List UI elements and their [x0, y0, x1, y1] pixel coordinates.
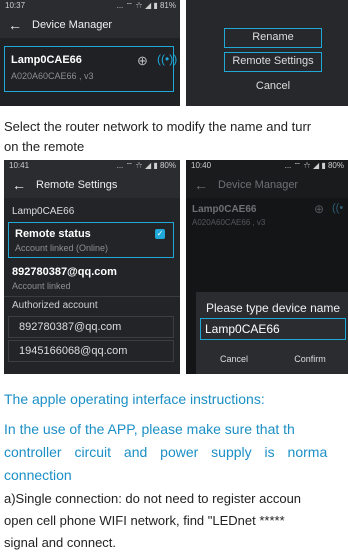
- status-bar: 10:37 ... ⌔ ☆ ◢ ▮ 81%: [0, 0, 180, 12]
- device-list-item[interactable]: Lamp0CAE66 A020A60CAE66 , v3 ⊕ ((•)): [4, 46, 178, 92]
- screenshot-context-menu: Rename Remote Settings Cancel: [186, 0, 348, 106]
- blue-paragraph-line-2: controller circuit and power supply is n…: [4, 444, 328, 460]
- remote-settings-menu-item[interactable]: Remote Settings: [224, 52, 322, 72]
- rename-menu-item[interactable]: Rename: [224, 28, 322, 48]
- status-icons: ... ⌔ ☆ ◢ ▮ 80%: [284, 161, 344, 170]
- remote-status-subtitle: Account linked (Online): [15, 243, 109, 253]
- page-title: Remote Settings: [36, 179, 118, 191]
- status-time: 10:37: [5, 1, 26, 10]
- confirm-button[interactable]: Confirm: [272, 350, 348, 368]
- section-heading: The apple operating interface instructio…: [4, 391, 265, 407]
- input-value: Lamp0CAE66: [205, 322, 280, 336]
- globe-icon: ⊕: [314, 202, 325, 216]
- cancel-button[interactable]: Cancel: [196, 350, 272, 368]
- caption-line-2: on the remote: [4, 139, 85, 154]
- device-name-input[interactable]: Lamp0CAE66: [200, 318, 346, 340]
- divider: [4, 296, 180, 297]
- device-subtitle: A020A60CAE66 , v3: [192, 218, 266, 227]
- back-arrow-icon[interactable]: ←: [194, 172, 208, 198]
- app-header: ← Device Manager: [186, 172, 348, 198]
- device-name: Lamp0CAE66: [11, 54, 82, 66]
- status-time: 10:41: [9, 161, 30, 170]
- status-icons: ... ⌔ ☆ ◢ ▮ 80%: [116, 161, 176, 170]
- page-title: Device Manager: [218, 179, 299, 191]
- remote-status-checkbox[interactable]: ✓: [155, 229, 165, 239]
- status-bar: 10:41 ... ⌔ ☆ ◢ ▮ 80%: [4, 160, 180, 172]
- remote-status-label: Remote status: [15, 228, 91, 240]
- blue-paragraph-line-3: connection: [4, 467, 72, 483]
- screenshot-rename-dialog: 10:40 ... ⌔ ☆ ◢ ▮ 80% ← Device Manager L…: [186, 160, 348, 374]
- back-arrow-icon[interactable]: ←: [8, 12, 22, 38]
- wifi-signal-icon: ((•)): [157, 52, 178, 66]
- page-title: Device Manager: [32, 19, 113, 31]
- remote-status-row[interactable]: Remote status Account linked (Online) ✓: [8, 222, 174, 258]
- app-header: ← Remote Settings: [4, 172, 180, 198]
- app-header: ← Device Manager: [0, 12, 180, 38]
- wifi-signal-icon: ((•: [332, 202, 344, 214]
- account-status: Account linked: [12, 281, 71, 291]
- account-email: 892780387@qq.com: [12, 266, 117, 278]
- remote-settings-label: Remote Settings: [232, 55, 314, 67]
- paragraph-a-line-3: signal and connect.: [4, 535, 117, 550]
- back-arrow-icon[interactable]: ←: [12, 172, 26, 198]
- status-time: 10:40: [191, 161, 212, 170]
- cancel-menu-item[interactable]: Cancel: [224, 76, 322, 96]
- status-bar: 10:40 ... ⌔ ☆ ◢ ▮ 80%: [186, 160, 348, 172]
- status-icons: ... ⌔ ☆ ◢ ▮ 81%: [116, 1, 176, 10]
- authorized-account-label: Authorized account: [12, 300, 98, 311]
- caption-line-1: Select the router network to modify the …: [4, 119, 312, 134]
- globe-icon: ⊕: [137, 53, 148, 68]
- paragraph-a-line-2: open cell phone WIFI network, find "LEDn…: [4, 513, 285, 528]
- blue-paragraph-line-1: In the use of the APP, please make sure …: [4, 421, 295, 437]
- device-subtitle: A020A60CAE66 , v3: [11, 71, 94, 81]
- rename-label: Rename: [252, 31, 294, 43]
- screenshot-device-manager: 10:37 ... ⌔ ☆ ◢ ▮ 81% ← Device Manager L…: [0, 0, 180, 106]
- authorized-email: 892780387@qq.com: [19, 321, 122, 333]
- authorized-email: 1945166068@qq.com: [19, 345, 128, 357]
- device-label: Lamp0CAE66: [12, 206, 75, 217]
- device-name: Lamp0CAE66: [192, 204, 257, 215]
- screenshot-remote-settings: 10:41 ... ⌔ ☆ ◢ ▮ 80% ← Remote Settings …: [4, 160, 180, 374]
- authorized-account-item[interactable]: 892780387@qq.com: [8, 316, 174, 338]
- rename-dialog: Please type device name Lamp0CAE66 Cance…: [196, 292, 348, 374]
- paragraph-a-line-1: a)Single connection: do not need to regi…: [4, 491, 302, 506]
- authorized-account-item[interactable]: 1945166068@qq.com: [8, 340, 174, 362]
- dialog-title: Please type device name: [206, 301, 341, 315]
